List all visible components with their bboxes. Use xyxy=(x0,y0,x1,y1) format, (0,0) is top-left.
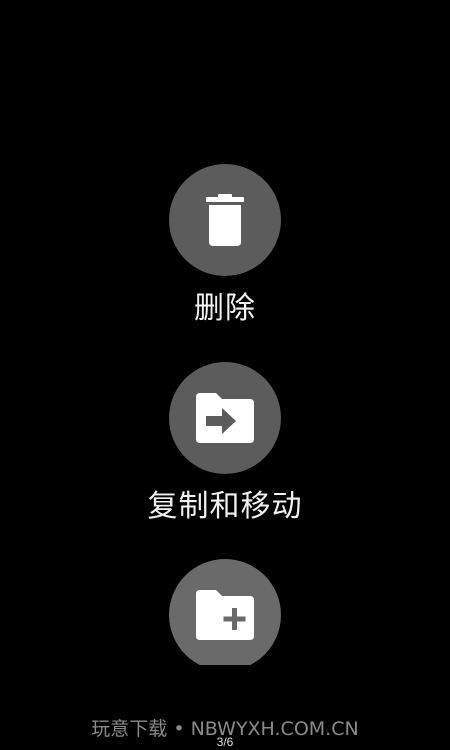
copy-move-label: 复制和移动 xyxy=(147,489,303,524)
delete-label: 删除 xyxy=(194,291,256,326)
copy-move-button[interactable] xyxy=(169,362,281,474)
folder-add-icon xyxy=(194,590,256,640)
folder-move-icon xyxy=(194,393,256,443)
new-folder-button[interactable] xyxy=(169,559,281,665)
page-indicator: 3/6 xyxy=(216,735,234,749)
delete-button[interactable] xyxy=(169,164,281,276)
trash-icon xyxy=(205,194,245,246)
new-folder-clip xyxy=(169,559,281,665)
